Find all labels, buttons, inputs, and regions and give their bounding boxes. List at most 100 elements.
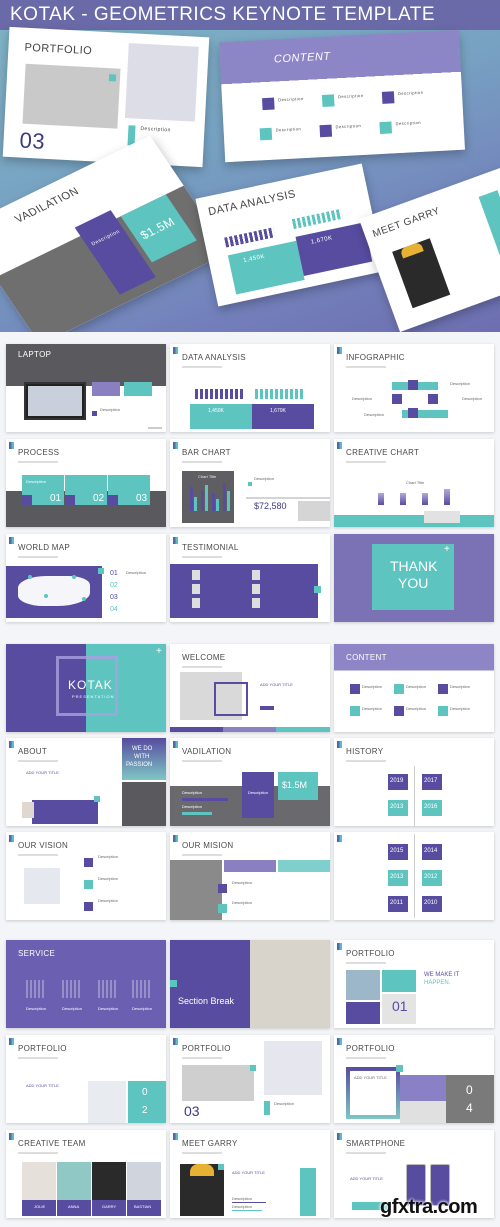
side-text: WE DO (132, 746, 153, 752)
slide-title: CREATIVE CHART (346, 448, 420, 457)
slide-section-break[interactable]: Section Break (170, 940, 330, 1028)
avatar (22, 802, 34, 818)
slide-portfolio-03[interactable]: PORTFOLIO 03 Description (170, 1035, 330, 1123)
slide-process[interactable]: PROCESS 01 02 03 Description (6, 439, 166, 527)
item-label: Description (406, 684, 427, 689)
headline: HAPPEN. (424, 980, 451, 986)
divider (246, 497, 330, 499)
stat-value: 1,670K (270, 408, 286, 414)
member-photo (57, 1162, 91, 1200)
people-icons (224, 227, 276, 248)
item-number: 04 (110, 606, 118, 613)
slide-portfolio-02[interactable]: PORTFOLIO ADD YOUR TITLE 0 2 (6, 1035, 166, 1123)
progress-bar (232, 1210, 262, 1211)
slide-infographic[interactable]: INFOGRAPHIC Description Description Desc… (334, 344, 494, 432)
subtitle: ADD YOUR TITLE (26, 770, 59, 775)
slide-creative-team[interactable]: CREATIVE TEAM JOLIE ANNA GARRY BASTIAN (6, 1130, 166, 1218)
slide-creative-chart[interactable]: CREATIVE CHART Chart Title (334, 439, 494, 527)
read-more-button[interactable] (260, 706, 274, 710)
slide-world-map[interactable]: WORLD MAP 01 02 03 04 Description (6, 534, 166, 622)
item-label: Description (232, 880, 253, 885)
slide-title: CONTENT (346, 653, 387, 662)
building-image (22, 63, 121, 129)
building-photo (170, 860, 222, 920)
teal-card (382, 970, 416, 992)
slide-data-analysis[interactable]: DATA ANALYSIS 1,450K 1,670K (170, 344, 330, 432)
note-card (424, 511, 460, 523)
year-text: 2016 (424, 804, 438, 810)
slide-title: HISTORY (346, 747, 384, 756)
year-text: 2013 (390, 804, 404, 810)
avatar (192, 598, 200, 608)
step-number: 01 (50, 493, 62, 504)
item-label: Description (126, 570, 147, 575)
item-number: 02 (110, 582, 118, 589)
watermark: gfxtra.com (380, 1196, 478, 1218)
slide-about[interactable]: ABOUT ADD YOUR TITLE WE DO WITH PASSION (6, 738, 166, 826)
slide-vadilation[interactable]: VADILATION Description Description Descr… (170, 738, 330, 826)
bulb-icon (408, 408, 418, 418)
image-strip (224, 860, 276, 872)
slide-portfolio-01[interactable]: PORTFOLIO 01 WE MAKE IT HAPPEN. (334, 940, 494, 1028)
item-label: Description (335, 123, 362, 130)
cloud-icon (350, 684, 360, 694)
slide-our-vision[interactable]: OUR VISION Description Description Descr… (6, 832, 166, 920)
logo-mark (173, 347, 178, 354)
slide-history-2[interactable]: 2015 2014 2013 2012 2011 2010 (334, 832, 494, 920)
slide-number: 01 (392, 998, 408, 1014)
slide-service[interactable]: SERVICE Description Description Descript… (6, 940, 166, 1028)
slide-content[interactable]: CONTENT Description Description Descript… (334, 644, 494, 732)
footer-bar (223, 727, 276, 732)
number-bottom: 4 (466, 1101, 473, 1115)
chart-title: Chart Title (406, 480, 425, 485)
person-photo (346, 970, 380, 1000)
play-icon (438, 684, 448, 694)
slide-testimonial[interactable]: TESTIMONIAL (170, 534, 330, 622)
purple-panel (170, 940, 250, 1028)
slide-bar-chart[interactable]: BAR CHART Chart Title Description $72,58… (170, 439, 330, 527)
bar (212, 493, 215, 511)
plus-icon (396, 1065, 403, 1072)
slide-our-mision[interactable]: OUR MISION Description Description (170, 832, 330, 920)
slide-meet-garry[interactable]: MEET GARRY ADD YOUR TITLE Description De… (170, 1130, 330, 1218)
item-label: Description (232, 1196, 253, 1201)
step-number: 02 (93, 493, 105, 504)
purple-card (346, 1002, 380, 1024)
number-top: 0 (466, 1083, 473, 1097)
calendar-icon (218, 884, 227, 893)
subtitle: ADD YOUR TITLE (260, 682, 293, 687)
pattern-image (24, 868, 60, 904)
item-label: Description (450, 706, 471, 711)
side-text: WITH (134, 754, 150, 760)
slide-history[interactable]: HISTORY 2019 2017 2013 2016 (334, 738, 494, 826)
slide-thank-you[interactable]: THANK YOU + (334, 534, 494, 622)
play-icon (381, 91, 395, 104)
progress-bar (182, 812, 212, 815)
slide-portfolio-04[interactable]: PORTFOLIO ADD YOUR TITLE 0 4 (334, 1035, 494, 1123)
subtitle-line (18, 461, 58, 463)
item-label: Description (62, 1006, 83, 1011)
plus-icon: + (444, 544, 450, 555)
tablet-icon (98, 980, 116, 998)
slide-welcome[interactable]: WELCOME ADD YOUR TITLE (170, 644, 330, 732)
avatar (252, 598, 260, 608)
slide-laptop[interactable]: LAPTOP Description (6, 344, 166, 432)
image-top (400, 1075, 446, 1101)
bar (400, 493, 406, 505)
clipboard-icon (84, 880, 93, 889)
desk-photo (250, 940, 330, 1028)
slide-kotak-cover[interactable]: KOTAK PRESENTATION + (6, 644, 166, 732)
number-top: 0 (142, 1087, 148, 1098)
slide-number: 03 (18, 127, 46, 154)
subtitle-line (346, 461, 386, 463)
search-icon (394, 706, 404, 716)
desc-accent (264, 1101, 270, 1115)
slide-title: PORTFOLIO (182, 1044, 231, 1053)
clapper-icon (132, 980, 150, 998)
slide-title: SERVICE (18, 949, 56, 958)
item-label: Description (26, 1006, 47, 1011)
desc-label: Description (248, 790, 269, 795)
bar (227, 491, 230, 511)
side-images (478, 190, 500, 273)
title-bar: KOTAK - GEOMETRICS KEYNOTE TEMPLATE (0, 0, 500, 30)
